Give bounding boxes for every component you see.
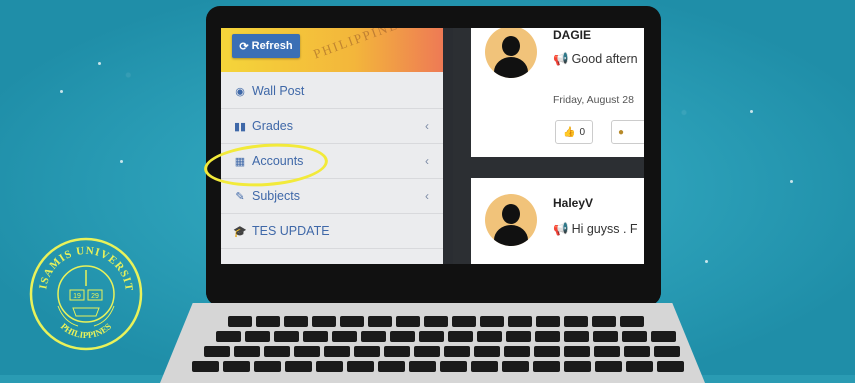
post-text: 📢 Good aftern bbox=[553, 52, 638, 66]
refresh-icon: ⟳ bbox=[239, 40, 249, 53]
sidebar-header: PHILIPPINES ⟳ Refresh bbox=[221, 28, 443, 72]
speck bbox=[750, 110, 753, 113]
comment-icon: ● bbox=[618, 126, 625, 138]
chevron-left-icon: ‹ bbox=[425, 189, 429, 203]
keyboard bbox=[190, 310, 684, 380]
svg-text:PHILIPPINES: PHILIPPINES bbox=[59, 321, 113, 340]
speck bbox=[60, 90, 63, 93]
sidebar-item-label: TES UPDATE bbox=[252, 224, 330, 238]
laptop-bezel-bottom bbox=[206, 264, 661, 306]
speck bbox=[705, 260, 708, 263]
sidebar-item-label: Wall Post bbox=[252, 84, 305, 98]
sidebar-item-partial[interactable] bbox=[221, 249, 443, 264]
wall-feed: DAGIE 📢 Good aftern Friday, August 28 👍 0… bbox=[453, 28, 644, 264]
seal-top-text: MISAMIS UNIVERSITY bbox=[28, 236, 134, 292]
sidebar-item-label: Grades bbox=[252, 119, 293, 133]
post-username: HaleyV bbox=[553, 196, 594, 210]
avatar bbox=[485, 194, 537, 246]
seal-year-left: 19 bbox=[73, 293, 81, 300]
refresh-label: Refresh bbox=[251, 40, 293, 52]
megaphone-icon: 📢 bbox=[553, 222, 569, 236]
edit-icon: ✎ bbox=[235, 190, 245, 203]
avatar bbox=[485, 28, 537, 78]
seal-year-right: 29 bbox=[91, 293, 99, 300]
post-text: 📢 Hi guyss . F bbox=[553, 222, 638, 236]
seal-bottom-text: PHILIPPINES bbox=[59, 321, 113, 340]
thumbs-up-icon: 👍 bbox=[562, 126, 576, 138]
speck bbox=[120, 160, 123, 163]
refresh-button[interactable]: ⟳ Refresh bbox=[232, 34, 300, 58]
chevron-left-icon: ‹ bbox=[425, 154, 429, 168]
speck bbox=[790, 180, 793, 183]
sidebar-item-tes-update[interactable]: 🎓 TES UPDATE bbox=[221, 214, 443, 249]
university-seal: MISAMIS UNIVERSITY PHILIPPINES 19 29 bbox=[28, 236, 143, 351]
like-count: 0 bbox=[579, 126, 585, 138]
speck bbox=[98, 62, 101, 65]
svg-text:MISAMIS UNIVERSITY: MISAMIS UNIVERSITY bbox=[28, 236, 135, 292]
post-username: DAGIE bbox=[553, 28, 592, 42]
header-logo-text: PHILIPPINES bbox=[311, 28, 409, 62]
sidebar-item-wall-post[interactable]: ◉ Wall Post bbox=[221, 74, 443, 109]
graduation-cap-icon: 🎓 bbox=[233, 225, 247, 238]
dashboard-icon: ◉ bbox=[235, 85, 245, 98]
chevron-left-icon: ‹ bbox=[425, 119, 429, 133]
post-date: Friday, August 28 bbox=[553, 94, 634, 106]
megaphone-icon: 📢 bbox=[553, 52, 569, 66]
post-card: DAGIE 📢 Good aftern Friday, August 28 👍 0… bbox=[471, 28, 644, 157]
sidebar-item-label: Subjects bbox=[252, 189, 300, 203]
comment-button[interactable]: ● bbox=[611, 120, 644, 144]
sidebar-item-grades[interactable]: ▮▮ Grades ‹ bbox=[221, 109, 443, 144]
like-button[interactable]: 👍 0 bbox=[555, 120, 593, 144]
post-card: HaleyV 📢 Hi guyss . F bbox=[471, 178, 644, 264]
bar-chart-icon: ▮▮ bbox=[233, 120, 247, 133]
